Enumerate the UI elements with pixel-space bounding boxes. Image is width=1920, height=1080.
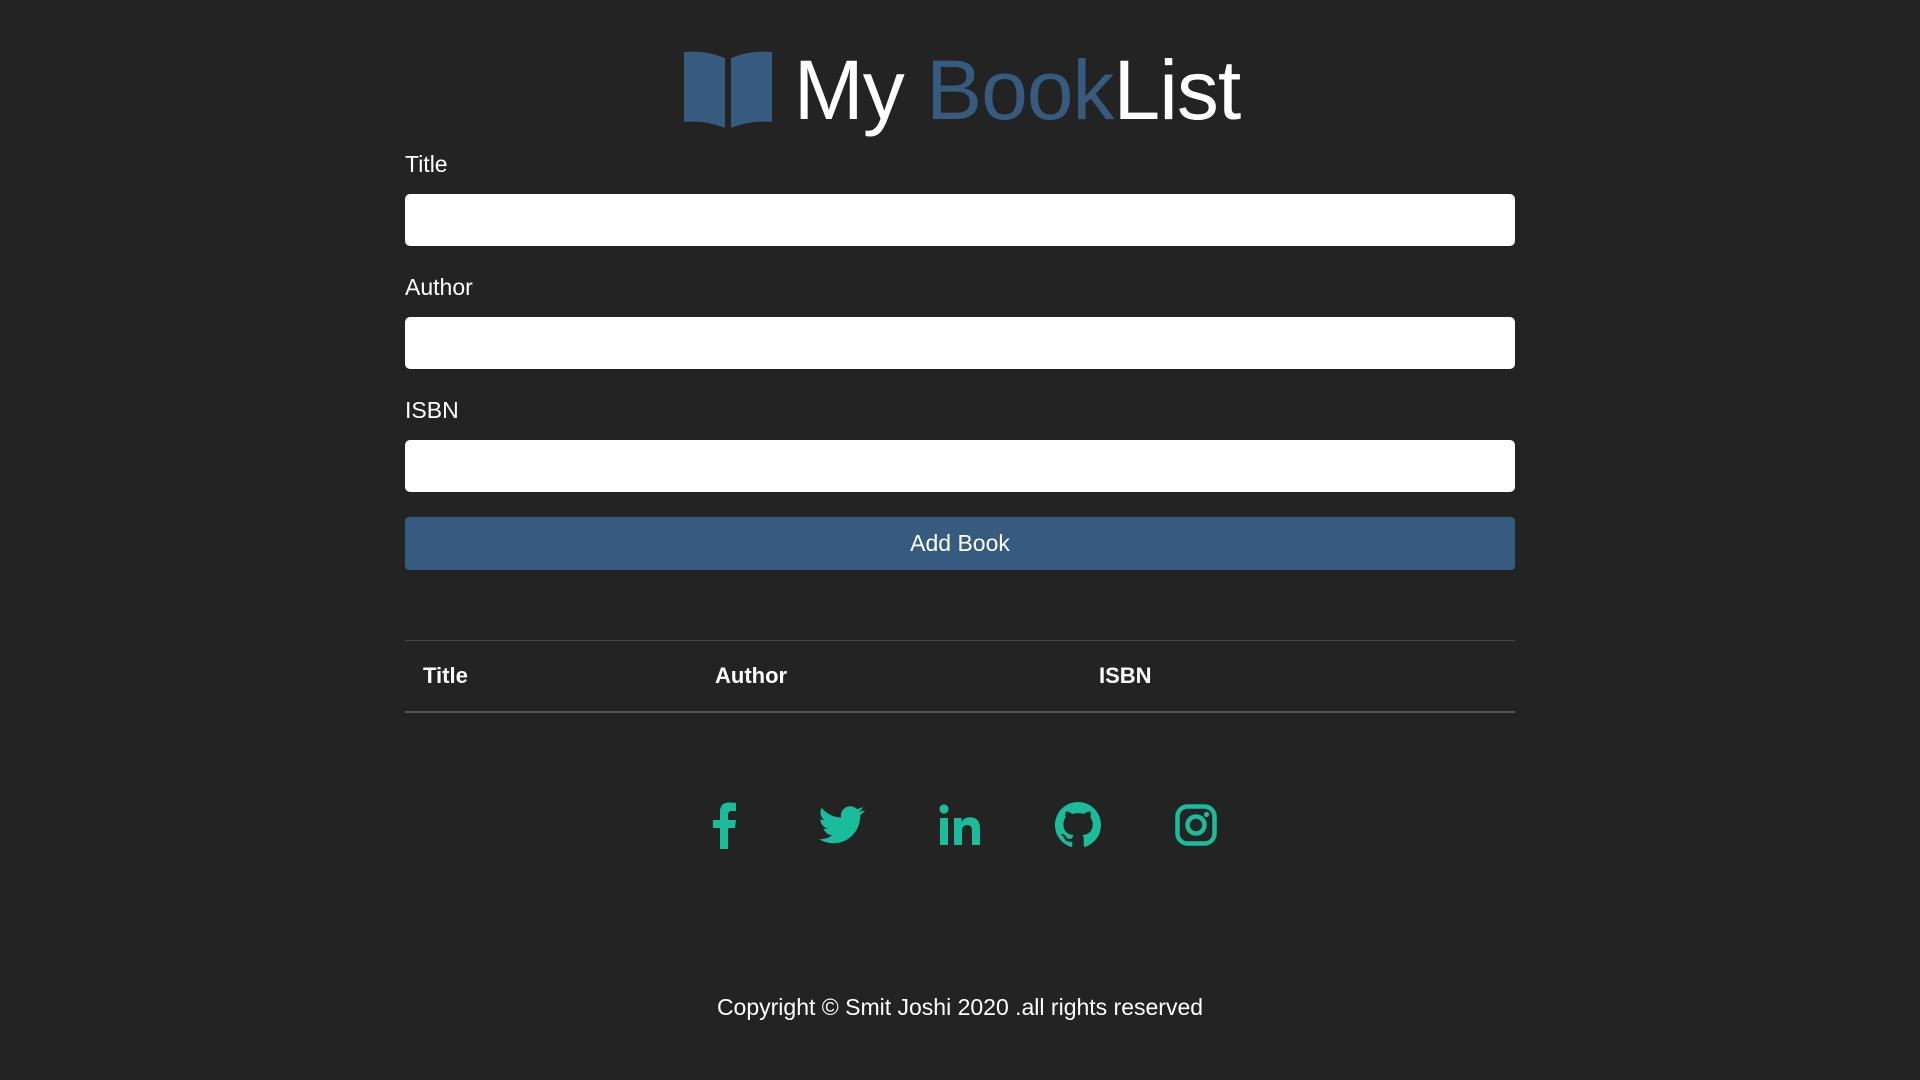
twitter-link[interactable]: [818, 799, 866, 851]
github-link[interactable]: [1054, 799, 1102, 851]
title-input[interactable]: [405, 194, 1515, 246]
github-icon: [1055, 802, 1101, 847]
instagram-link[interactable]: [1172, 799, 1220, 851]
app-title-list: List: [1113, 43, 1242, 137]
instagram-icon: [1175, 804, 1217, 846]
social-links: [0, 798, 1920, 852]
twitter-icon: [819, 806, 865, 844]
facebook-link[interactable]: [700, 799, 748, 851]
table-header-row: Title Author ISBN: [405, 640, 1515, 713]
linkedin-icon: [939, 804, 980, 845]
add-book-form: Title Author ISBN Add Book: [405, 150, 1515, 570]
book-table-header: Title Author ISBN: [405, 640, 1515, 713]
isbn-input[interactable]: [405, 440, 1515, 492]
isbn-label: ISBN: [405, 397, 459, 423]
app-header: My BookList: [0, 40, 1920, 140]
facebook-icon: [713, 802, 736, 849]
page: My BookList Title Author ISBN Add Book T…: [0, 0, 1920, 1080]
column-header-isbn: ISBN: [1081, 640, 1515, 713]
column-header-title: Title: [405, 640, 697, 713]
book-table: Title Author ISBN: [405, 640, 1515, 713]
copyright-text: Copyright © Smit Joshi 2020 .all rights …: [716, 994, 1204, 1020]
author-input[interactable]: [405, 317, 1515, 369]
title-label: Title: [405, 151, 448, 177]
author-label: Author: [405, 274, 473, 300]
app-title-book: Book: [926, 43, 1114, 137]
app-title-my: My: [793, 43, 927, 137]
open-book-icon: [683, 51, 772, 128]
column-header-author: Author: [697, 640, 1081, 713]
add-book-button[interactable]: Add Book: [405, 517, 1515, 570]
app-title: My BookList: [794, 40, 1241, 140]
linkedin-link[interactable]: [936, 799, 984, 851]
